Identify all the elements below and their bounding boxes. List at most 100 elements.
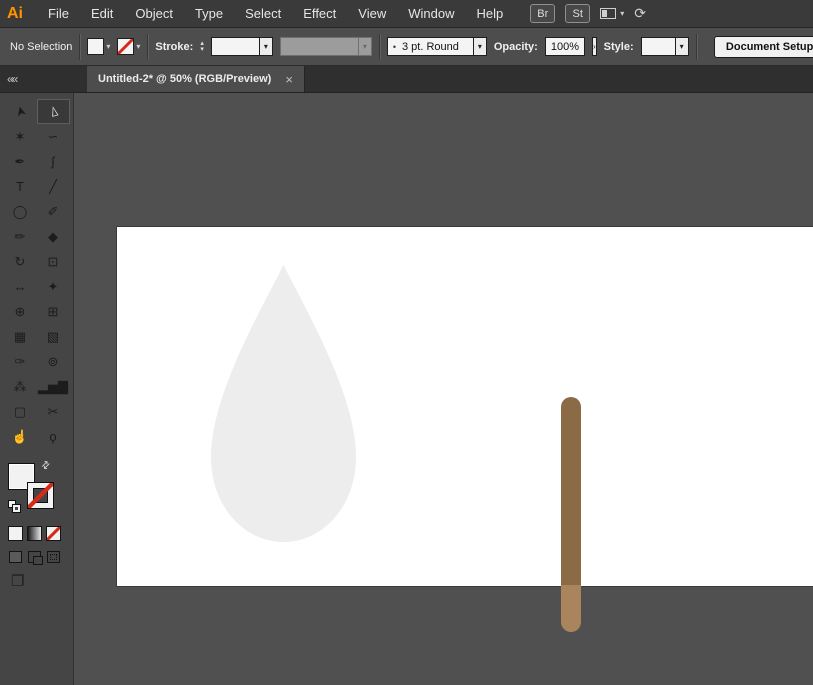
close-icon[interactable]: × bbox=[285, 72, 293, 87]
free-transform-icon: ✦ bbox=[47, 279, 59, 294]
leaf-shape[interactable] bbox=[211, 265, 356, 542]
width-tool[interactable]: ↔ bbox=[4, 274, 37, 299]
free-transform-tool[interactable]: ✦ bbox=[37, 274, 70, 299]
main-area: ➤ ▻ ✶ ∽ ✒ ʃ T ╱ ◯ ✐ ✏ ◆ ↻ ⊡ ↔ ✦ ⊕ ⊞ ▦ ▧ ✑ ⊚ ⁂ ▂▅▇ ▢ ✂ ☝ ϙ ⇄ bbox=[0, 93, 813, 685]
pen-tool[interactable]: ✒ bbox=[4, 149, 37, 174]
none-button[interactable] bbox=[46, 526, 61, 541]
magic-wand-tool[interactable]: ✶ bbox=[4, 124, 37, 149]
shape-builder-tool[interactable]: ⊕ bbox=[4, 299, 37, 324]
slice-tool[interactable]: ✂ bbox=[37, 399, 70, 424]
stroke-color-dropdown[interactable]: ▾ bbox=[117, 38, 140, 55]
shape-builder-icon: ⊕ bbox=[14, 304, 26, 319]
control-bar: No Selection ▾ ▾ Stroke: ▴ ▾ ▾ ▾ • 3 pt.… bbox=[0, 28, 813, 66]
opacity-label: Opacity: bbox=[493, 40, 538, 53]
menu-select[interactable]: Select bbox=[234, 0, 292, 27]
line-segment-tool[interactable]: ╱ bbox=[37, 174, 70, 199]
stroke-weight-combo[interactable]: ▾ bbox=[210, 37, 273, 56]
collapse-toolbar-button[interactable]: «« bbox=[0, 66, 74, 92]
stroke-indicator[interactable] bbox=[27, 482, 54, 509]
chevron-down-icon: ▾ bbox=[136, 42, 141, 51]
draw-behind-button[interactable] bbox=[28, 551, 43, 565]
lasso-tool[interactable]: ∽ bbox=[37, 124, 70, 149]
eraser-tool[interactable]: ◆ bbox=[37, 224, 70, 249]
menu-object[interactable]: Object bbox=[124, 0, 184, 27]
chevron-down-icon: ▾ bbox=[357, 37, 372, 56]
artboard-tool[interactable]: ▢ bbox=[4, 399, 37, 424]
perspective-grid-tool[interactable]: ⊞ bbox=[37, 299, 70, 324]
opacity-slider-arrow-icon[interactable]: › bbox=[591, 37, 597, 56]
artboard-icon: ▢ bbox=[13, 404, 27, 419]
variable-width-profile-combo[interactable]: • 3 pt. Round ▾ bbox=[386, 37, 487, 56]
stroke-weight-stepper[interactable]: ▴ ▾ bbox=[200, 40, 204, 53]
hand-tool[interactable]: ☝ bbox=[4, 424, 37, 449]
brush-definition-value[interactable] bbox=[279, 37, 358, 56]
direct-selection-arrow-icon: ▻ bbox=[44, 104, 62, 119]
style-value[interactable] bbox=[640, 37, 675, 56]
stroke-style-field[interactable]: • 3 pt. Round bbox=[386, 37, 473, 56]
draw-inside-button[interactable] bbox=[47, 551, 60, 563]
color-button[interactable] bbox=[8, 526, 23, 541]
gradient-tool[interactable]: ▧ bbox=[37, 324, 70, 349]
fill-color-dropdown[interactable]: ▾ bbox=[87, 38, 110, 55]
type-icon: T bbox=[16, 179, 24, 194]
default-fill-stroke-button[interactable] bbox=[8, 500, 21, 513]
type-tool[interactable]: T bbox=[4, 174, 37, 199]
curvature-icon: ʃ bbox=[51, 154, 55, 169]
draw-mode-buttons bbox=[9, 551, 73, 565]
opacity-value-field[interactable]: 100% bbox=[544, 37, 585, 56]
blend-tool[interactable]: ⊚ bbox=[37, 349, 70, 374]
menu-help[interactable]: Help bbox=[465, 0, 514, 27]
chevron-down-icon[interactable]: ▾ bbox=[258, 37, 273, 56]
document-setup-button[interactable]: Document Setup bbox=[713, 35, 813, 58]
direct-selection-tool[interactable]: ▻ bbox=[36, 99, 70, 124]
chevron-down-icon[interactable]: ▾ bbox=[472, 37, 487, 56]
curvature-tool[interactable]: ʃ bbox=[37, 149, 70, 174]
stepper-down-icon[interactable]: ▾ bbox=[200, 46, 204, 53]
bridge-button[interactable]: Br bbox=[530, 4, 556, 23]
menu-view[interactable]: View bbox=[347, 0, 397, 27]
symbol-sprayer-tool[interactable]: ⁂ bbox=[4, 374, 37, 399]
chevron-down-icon: ▾ bbox=[620, 9, 625, 18]
line-icon: ╱ bbox=[49, 179, 57, 194]
width-icon: ↔ bbox=[13, 279, 27, 294]
artboard[interactable] bbox=[117, 227, 813, 586]
zoom-tool[interactable]: ϙ bbox=[37, 424, 70, 449]
menu-type[interactable]: Type bbox=[184, 0, 234, 27]
fill-stroke-widget: ⇄ bbox=[8, 459, 60, 513]
scale-tool[interactable]: ⊡ bbox=[37, 249, 70, 274]
selection-tool[interactable]: ➤ bbox=[4, 99, 37, 124]
column-graph-tool[interactable]: ▂▅▇ bbox=[37, 374, 70, 399]
stroke-label: Stroke: bbox=[155, 40, 194, 53]
eyedropper-tool[interactable]: ✑ bbox=[4, 349, 37, 374]
draw-normal-button[interactable] bbox=[9, 551, 22, 563]
brush-definition-combo[interactable]: ▾ bbox=[279, 37, 372, 56]
paintbrush-tool[interactable]: ✐ bbox=[37, 199, 70, 224]
fill-swatch-icon bbox=[87, 38, 105, 55]
magic-wand-icon: ✶ bbox=[14, 129, 26, 144]
gradient-button[interactable] bbox=[27, 526, 42, 541]
screen-mode-icon[interactable]: ❐ bbox=[11, 574, 73, 589]
pencil-tool[interactable]: ✏ bbox=[4, 224, 37, 249]
menu-effect[interactable]: Effect bbox=[292, 0, 347, 27]
canvas-area[interactable] bbox=[74, 93, 813, 685]
hand-clock-icon[interactable]: ⟳ bbox=[634, 5, 646, 22]
stick-shape[interactable] bbox=[561, 397, 581, 632]
menu-window[interactable]: Window bbox=[397, 0, 465, 27]
default-stroke-icon bbox=[12, 504, 21, 513]
pen-icon: ✒ bbox=[14, 154, 26, 169]
stock-button[interactable]: St bbox=[565, 4, 591, 23]
ellipse-tool[interactable]: ◯ bbox=[4, 199, 37, 224]
swap-fill-stroke-icon[interactable]: ⇄ bbox=[39, 459, 53, 473]
workspace-switcher[interactable]: ▾ bbox=[600, 8, 624, 19]
rotate-tool[interactable]: ↻ bbox=[4, 249, 37, 274]
menu-edit[interactable]: Edit bbox=[80, 0, 124, 27]
menu-file[interactable]: File bbox=[37, 0, 80, 27]
workspace-layout-icon bbox=[600, 8, 617, 19]
stroke-weight-value[interactable] bbox=[210, 37, 259, 56]
document-tab[interactable]: Untitled-2* @ 50% (RGB/Preview) × bbox=[87, 66, 305, 92]
brush-preview-icon: • bbox=[392, 41, 396, 52]
stroke-none-swatch-icon bbox=[117, 38, 135, 55]
style-combo[interactable]: ▾ bbox=[640, 37, 689, 56]
mesh-tool[interactable]: ▦ bbox=[4, 324, 37, 349]
chevron-down-icon[interactable]: ▾ bbox=[674, 37, 689, 56]
